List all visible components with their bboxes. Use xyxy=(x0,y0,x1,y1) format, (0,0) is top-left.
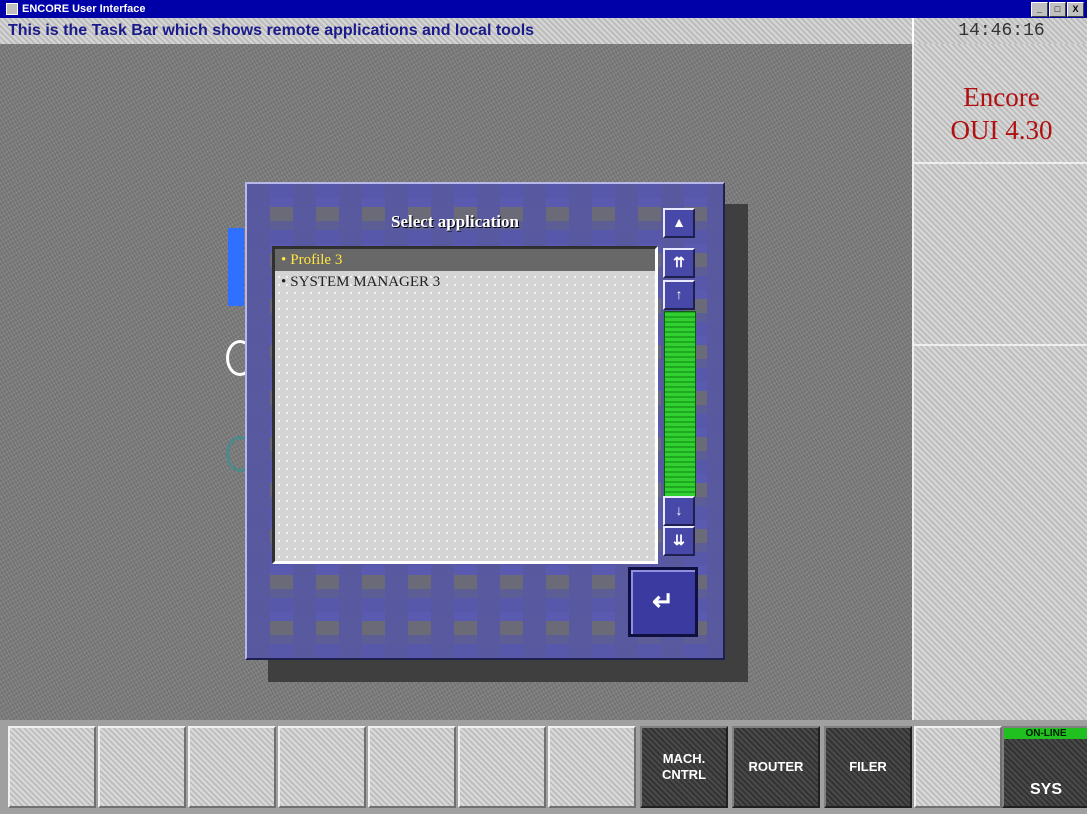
page-up-button[interactable]: ⇈ xyxy=(663,248,695,278)
mach-cntrl-label-line1: MACH. xyxy=(662,751,706,766)
online-status-indicator: ON-LINE xyxy=(1004,728,1087,739)
select-application-dialog: Select application • Profile 3 • SYSTEM MA… xyxy=(245,182,725,660)
brand-version: OUI 4.30 xyxy=(950,115,1053,145)
brand-panel: Encore OUI 4.30 xyxy=(914,44,1087,164)
list-item-label: SYSTEM MANAGER 3 xyxy=(290,274,441,290)
enter-button[interactable]: ↵ xyxy=(628,567,698,637)
window-title-bar: ENCORE User Interface _ □ X xyxy=(0,0,1087,18)
brand-name: Encore xyxy=(963,82,1040,112)
taskbar-slot-empty[interactable] xyxy=(548,726,636,808)
router-label: ROUTER xyxy=(748,759,804,774)
list-item[interactable]: • Profile 3 xyxy=(275,249,655,271)
page-down-button[interactable]: ⇊ xyxy=(663,526,695,556)
filer-label: FILER xyxy=(849,759,887,774)
scroll-top-button[interactable]: ▲ xyxy=(663,208,695,238)
taskbar-slot-empty[interactable] xyxy=(458,726,546,808)
background-window-edge xyxy=(228,228,244,306)
application-list[interactable]: • Profile 3 • SYSTEM MANAGER 3 xyxy=(272,246,658,564)
mach-cntrl-label-line2: CNTRL xyxy=(661,767,707,782)
bullet-icon: • xyxy=(281,252,287,268)
app-icon xyxy=(6,3,18,15)
minimize-button[interactable]: _ xyxy=(1031,1,1048,17)
sys-button[interactable]: ON-LINE SYS xyxy=(1002,726,1087,808)
taskbar-message: This is the Task Bar which shows remote … xyxy=(8,22,535,39)
taskbar-slot-empty[interactable] xyxy=(368,726,456,808)
bottom-task-bar: MACH. CNTRL ROUTER FILER ON-LINE SYS xyxy=(0,720,1087,814)
router-button[interactable]: ROUTER xyxy=(732,726,820,808)
taskbar-slot-empty[interactable] xyxy=(188,726,276,808)
taskbar-slot-empty[interactable] xyxy=(98,726,186,808)
dialog-title: Select application xyxy=(391,212,519,231)
clock-display: 14:46:16 xyxy=(912,18,1087,44)
window-controls: _ □ X xyxy=(1031,1,1084,17)
scroll-up-button[interactable]: ↑ xyxy=(663,280,695,310)
taskbar-message-bar: This is the Task Bar which shows remote … xyxy=(0,18,912,44)
filer-button[interactable]: FILER xyxy=(824,726,912,808)
right-panel: Encore OUI 4.30 xyxy=(912,44,1087,720)
close-button[interactable]: X xyxy=(1067,1,1084,17)
taskbar-slot-empty[interactable] xyxy=(8,726,96,808)
scroll-down-button[interactable]: ↓ xyxy=(663,496,695,526)
bullet-icon: • xyxy=(281,274,287,290)
taskbar-slot-empty[interactable] xyxy=(278,726,366,808)
mach-cntrl-button[interactable]: MACH. CNTRL xyxy=(640,726,728,808)
list-item[interactable]: • SYSTEM MANAGER 3 xyxy=(275,271,655,293)
right-panel-section xyxy=(914,164,1087,346)
list-item-label: Profile 3 xyxy=(290,252,343,268)
taskbar-slot-empty[interactable] xyxy=(914,726,1002,808)
sys-label: SYS xyxy=(1029,781,1062,798)
window-title: ENCORE User Interface xyxy=(22,3,146,15)
maximize-button[interactable]: □ xyxy=(1049,1,1066,17)
scrollbar-track[interactable] xyxy=(664,311,696,497)
